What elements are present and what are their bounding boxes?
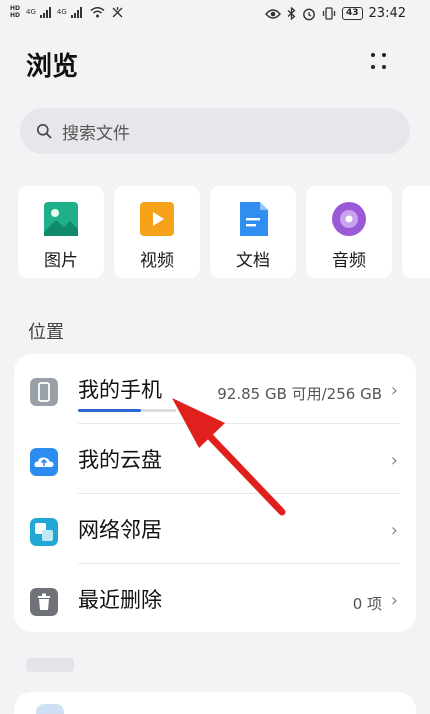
more-options-button[interactable]: [360, 48, 400, 78]
hd-bottom-label: HD: [10, 12, 21, 19]
category-audio[interactable]: 音频: [306, 186, 392, 278]
status-right: 43 23:42: [265, 6, 406, 21]
search-placeholder: 搜索文件: [62, 123, 130, 144]
section-label-location: 位置: [28, 322, 64, 343]
chevron-right-icon: ›: [390, 450, 398, 471]
list-item-recently-deleted[interactable]: 最近删除 0 项 ›: [14, 564, 416, 632]
item-label: 我的云盘: [78, 448, 162, 472]
item-label: 最近删除: [78, 588, 162, 612]
list-item-network-neighbors[interactable]: 网络邻居 ›: [14, 494, 416, 562]
search-input[interactable]: 搜索文件: [20, 108, 410, 154]
vpn-icon: [112, 7, 123, 18]
eye-icon: [265, 8, 281, 19]
item-label: 网络邻居: [78, 518, 162, 542]
list-item-my-cloud[interactable]: 我的云盘 ›: [14, 424, 416, 492]
category-videos[interactable]: 视频: [114, 186, 200, 278]
signal-icon-2: [70, 6, 82, 18]
more-dot: [371, 65, 375, 69]
category-label: 图片: [44, 251, 78, 271]
bluetooth-icon: [287, 7, 296, 20]
status-bar: HD HD 4G 4G 43 23:42: [0, 0, 430, 30]
search-icon: [37, 124, 52, 139]
storage-value: 92.85 GB 可用/256 GB: [217, 385, 382, 403]
storage-progress-bar: [78, 409, 176, 412]
more-dot: [382, 65, 386, 69]
list-item-my-phone[interactable]: 我的手机 92.85 GB 可用/256 GB ›: [14, 354, 416, 422]
more-dot: [382, 53, 386, 57]
audio-icon: [332, 202, 366, 236]
storage-progress-fill: [78, 409, 141, 412]
category-images[interactable]: 图片: [18, 186, 104, 278]
item-count: 0 项: [352, 595, 382, 613]
phone-icon: [30, 378, 58, 406]
clock: 23:42: [368, 6, 406, 21]
network-icon: [30, 518, 58, 546]
image-icon: [44, 202, 78, 236]
category-row: 图片 视频 文档 音频: [18, 186, 430, 278]
category-label: 音频: [332, 251, 366, 271]
category-more[interactable]: [402, 186, 430, 278]
hd-top-label: HD: [10, 5, 21, 12]
page-title: 浏览: [26, 52, 79, 82]
alarm-icon: [303, 8, 315, 20]
hd-indicator: HD HD: [10, 5, 20, 19]
chevron-right-icon: ›: [390, 520, 398, 541]
video-icon: [140, 202, 174, 236]
location-list: 我的手机 92.85 GB 可用/256 GB › 我的云盘 › 网络邻居 ›: [14, 354, 416, 632]
chevron-right-icon: ›: [390, 590, 398, 611]
document-icon: [240, 202, 268, 236]
battery-indicator: 43: [342, 7, 363, 20]
category-label: 文档: [236, 251, 270, 271]
signal-icon: [39, 6, 51, 18]
status-left: HD HD 4G 4G: [10, 5, 124, 19]
partial-list-card: [14, 692, 416, 714]
wifi-icon: [90, 7, 105, 18]
vibrate-icon: [322, 7, 336, 20]
cloud-icon: [30, 448, 58, 476]
network-type-1: 4G: [26, 8, 36, 16]
item-label: 我的手机: [78, 378, 162, 402]
network-type-2: 4G: [56, 8, 67, 16]
category-label: 视频: [140, 251, 174, 271]
chevron-right-icon: ›: [390, 380, 398, 401]
category-documents[interactable]: 文档: [210, 186, 296, 278]
partial-item-icon: [36, 704, 64, 714]
more-dot: [371, 53, 375, 57]
section-label-blurred: [26, 658, 74, 672]
trash-icon: [30, 588, 58, 616]
